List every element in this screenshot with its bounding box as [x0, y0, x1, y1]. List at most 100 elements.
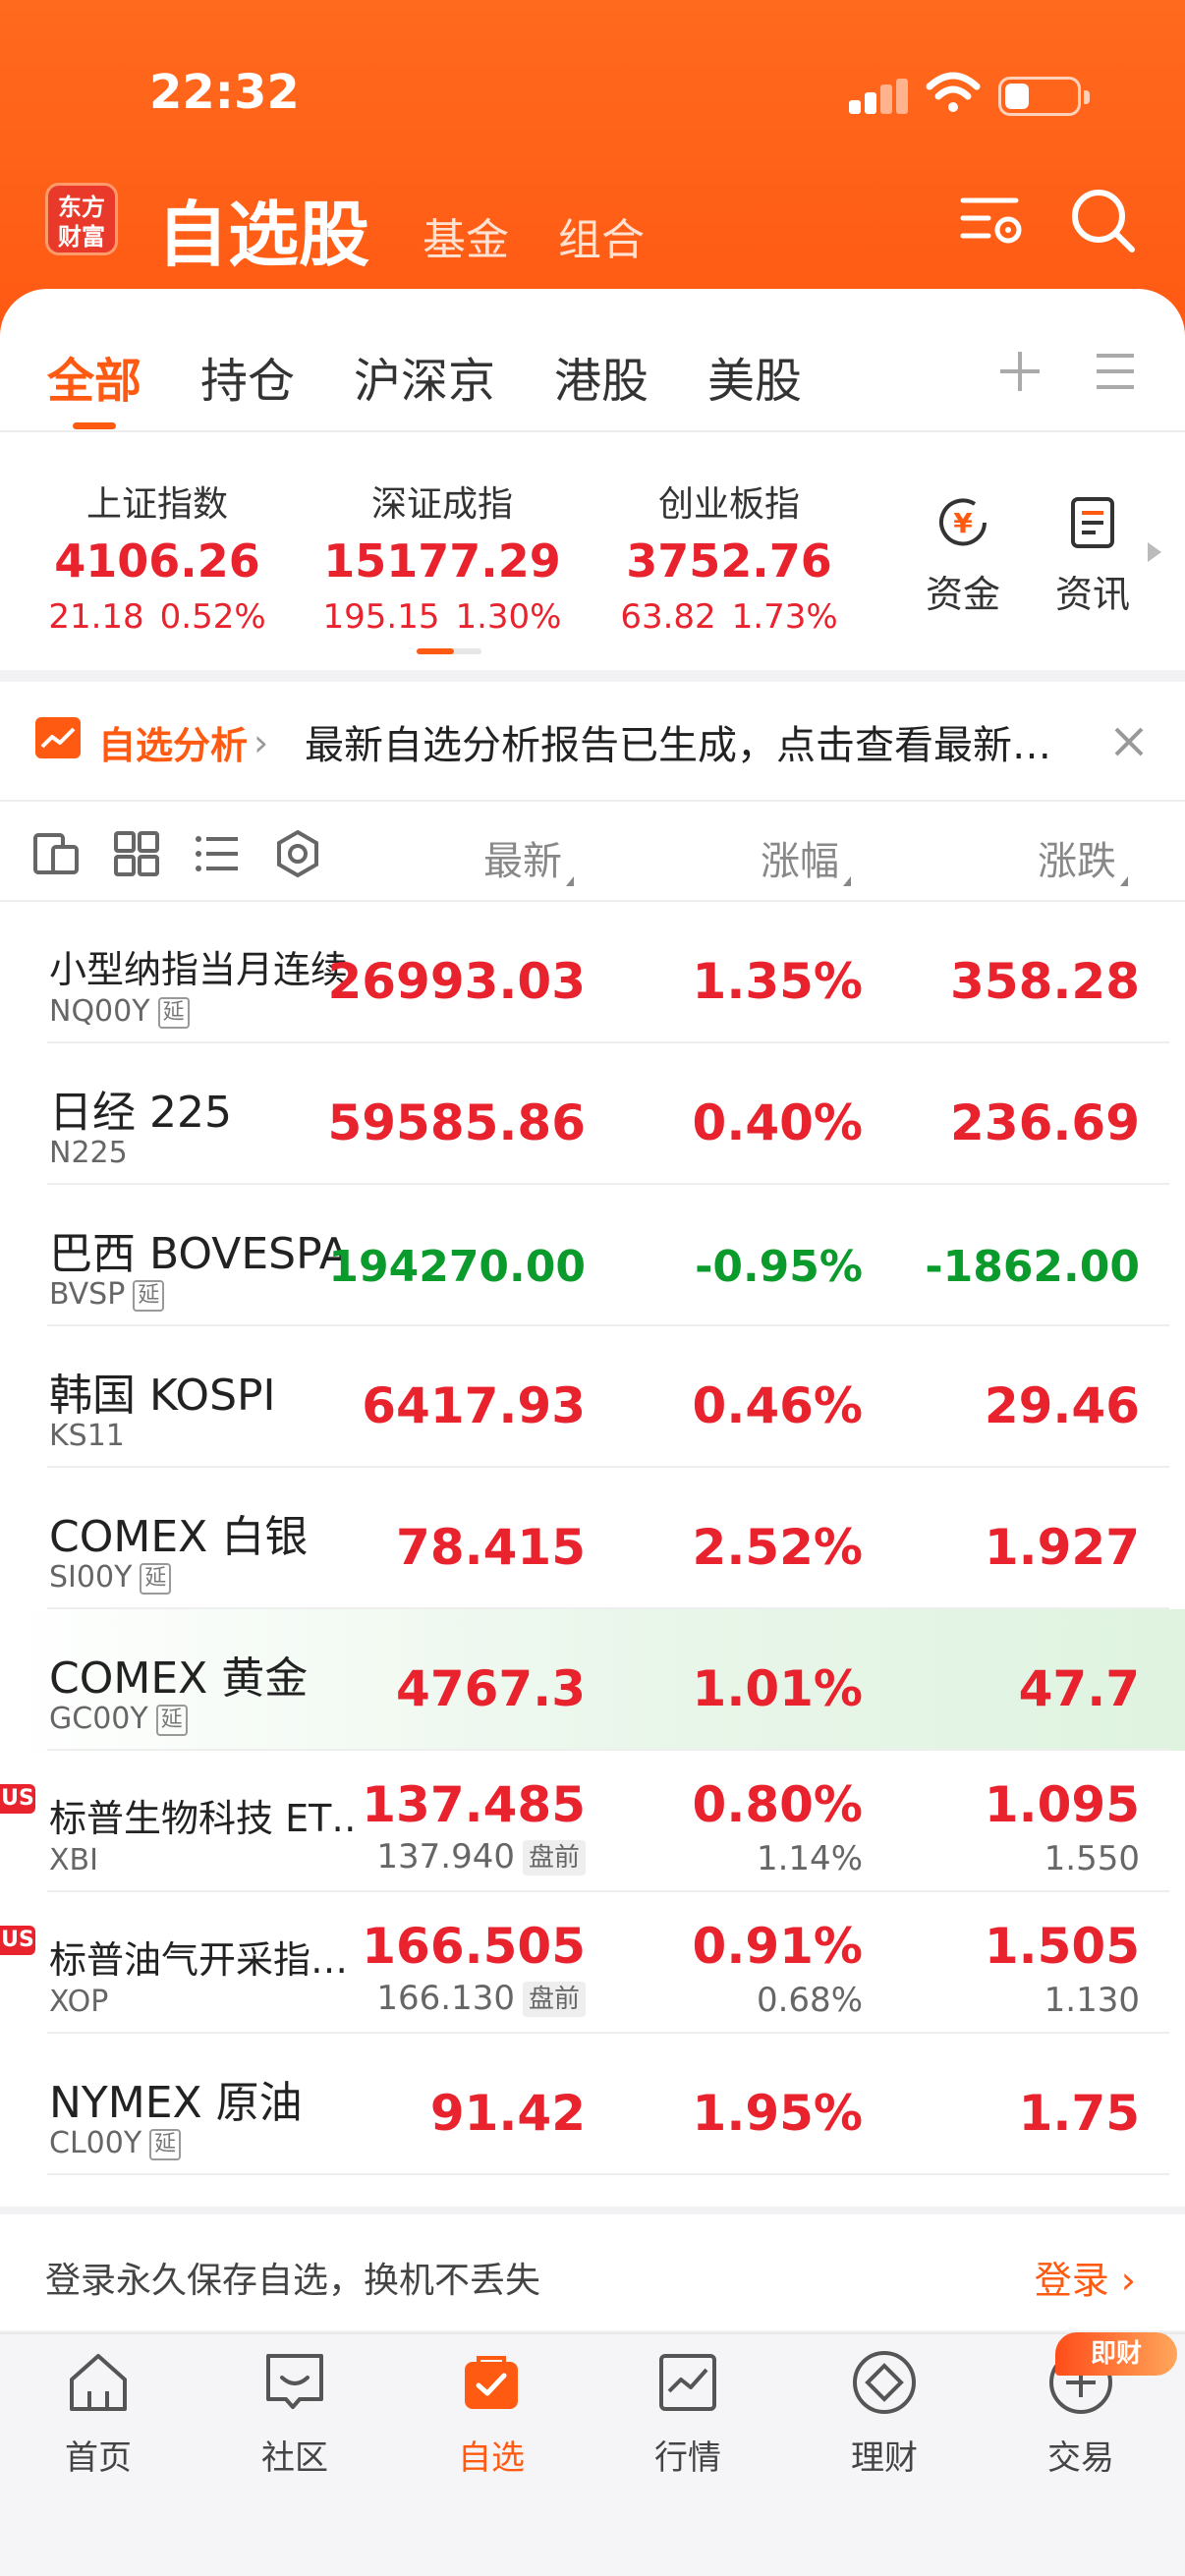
row-code: GC00Y 延 [49, 1702, 188, 1736]
nav-community[interactable]: 社区 [197, 2348, 393, 2479]
us-market-badge: US [0, 1784, 35, 1814]
nav-wealth[interactable]: 理财 [786, 2348, 983, 2479]
tab-a-shares[interactable]: 沪深京 [354, 342, 495, 411]
nav-market[interactable]: 行情 [590, 2348, 786, 2479]
row-pct: 0.46% [692, 1377, 863, 1434]
row-code: CL00Y 延 [49, 2126, 182, 2160]
row-name: 巴西 BOVESPA [49, 1229, 349, 1279]
subtab-fund[interactable]: 基金 [423, 204, 509, 267]
page-title: 自选股 [157, 194, 370, 276]
row-last: 26993.03 [327, 953, 586, 1010]
chart-report-icon [35, 717, 81, 758]
sort-icon [843, 876, 851, 886]
row-pct: 0.91% [692, 1918, 863, 1975]
index-card-shanghai[interactable]: 上证指数 4106.26 21.18 0.52% [29, 476, 285, 637]
subtab-portfolio[interactable]: 组合 [558, 204, 645, 267]
row-change: -1862.00 [925, 1242, 1140, 1292]
news-icon [1071, 497, 1114, 548]
row-name: 日经 225 [49, 1088, 232, 1138]
row-name: 标普油气开采指… [49, 1938, 349, 1982]
add-icon[interactable] [996, 348, 1044, 395]
list-settings-icon[interactable] [959, 187, 1028, 255]
row-change: 1.927 [984, 1519, 1140, 1576]
table-row[interactable]: US 标普油气开采指… XOP 166.505 0.91% 1.505 166.… [0, 1892, 1185, 2034]
row-code: NQ00Y 延 [49, 994, 190, 1029]
close-icon[interactable] [1110, 723, 1148, 760]
premarket-last: 166.130 盘前 [376, 1979, 586, 2018]
delay-badge: 延 [155, 1705, 188, 1736]
capital-flow-button[interactable]: ¥ 资金 [914, 495, 1012, 618]
table-row[interactable]: COMEX 白银 SI00Y 延 78.415 2.52% 1.927 [0, 1468, 1185, 1609]
col-header-change[interactable]: 涨跌 [1038, 829, 1128, 886]
settings-icon[interactable] [273, 829, 322, 878]
tab-hk-stocks[interactable]: 港股 [554, 342, 649, 411]
table-row[interactable]: 日经 225 N225 59585.86 0.40% 236.69 [0, 1043, 1185, 1185]
row-name: 小型纳指当月连续 [49, 948, 349, 991]
row-pct: -0.95% [695, 1242, 863, 1292]
tab-us-stocks[interactable]: 美股 [707, 342, 802, 411]
row-change: 47.7 [1018, 1660, 1140, 1717]
layout-switch-icon[interactable] [31, 829, 81, 878]
row-change: 236.69 [950, 1094, 1140, 1151]
nav-watchlist[interactable]: 自选 [393, 2348, 590, 2479]
app-logo: 东方 财富 [45, 183, 118, 255]
wifi-icon [926, 72, 981, 112]
yuan-circle-icon: ¥ [939, 498, 987, 546]
search-icon[interactable] [1069, 187, 1138, 255]
battery-icon [998, 77, 1090, 116]
scroll-right-icon[interactable] [1148, 542, 1161, 562]
watchlist: 小型纳指当月连续 NQ00Y 延 26993.03 1.35% 358.28 日经… [0, 902, 1185, 2207]
premarket-pct: 1.14% [756, 1839, 863, 1878]
list-view-icon[interactable] [193, 829, 242, 878]
premarket-badge: 盘前 [522, 1840, 586, 1876]
signal-icon [849, 79, 908, 114]
index-card-chinext[interactable]: 创业板指 3752.76 63.82 1.73% [601, 476, 857, 637]
sort-icon [566, 876, 574, 886]
tab-all[interactable]: 全部 [47, 342, 141, 411]
table-row[interactable]: US 标普生物科技 ET… XBI 137.485 0.80% 1.095 13… [0, 1751, 1185, 1892]
banner-message: 最新自选分析报告已生成，点击查看最新… [305, 723, 1051, 768]
row-code: BVSP 延 [49, 1277, 165, 1312]
menu-icon[interactable] [1095, 352, 1136, 391]
row-name: 韩国 KOSPI [49, 1371, 276, 1421]
index-card-shenzhen[interactable]: 深证成指 15177.29 195.15 1.30% [314, 476, 570, 637]
row-last: 194270.00 [328, 1242, 586, 1292]
row-pct: 1.35% [692, 953, 863, 1010]
row-change: 1.095 [984, 1776, 1140, 1833]
row-pct: 1.01% [692, 1660, 863, 1717]
table-row[interactable]: 巴西 BOVESPA BVSP 延 194270.00 -0.95% -1862.… [0, 1185, 1185, 1326]
analysis-banner[interactable]: 自选分析 › 最新自选分析报告已生成，点击查看最新… [0, 682, 1185, 800]
nav-home[interactable]: 首页 [0, 2348, 197, 2479]
grid-view-icon[interactable] [112, 829, 161, 878]
row-last: 137.485 [362, 1776, 586, 1833]
row-code: N225 [49, 1136, 128, 1170]
row-code: KS11 [49, 1419, 125, 1453]
row-last: 91.42 [429, 2085, 586, 2142]
sort-icon [1120, 876, 1128, 886]
bottom-nav: 首页 社区 自选 行情 理财 交易 [0, 2332, 1185, 2576]
row-code: XBI [49, 1843, 98, 1877]
delay-badge: 延 [149, 2129, 182, 2160]
login-link[interactable]: 登录 › [1035, 2250, 1136, 2304]
table-row[interactable]: 韩国 KOSPI KS11 6417.93 0.46% 29.46 [0, 1326, 1185, 1468]
col-header-last[interactable]: 最新 [483, 829, 574, 886]
table-row[interactable]: NYMEX 原油 CL00Y 延 91.42 1.95% 1.75 [0, 2034, 1185, 2175]
row-pct: 0.40% [692, 1094, 863, 1151]
table-row[interactable]: COMEX 黄金 GC00Y 延 4767.3 1.01% 47.7 [0, 1609, 1185, 1751]
news-button[interactable]: 资讯 [1044, 495, 1142, 618]
col-header-pct[interactable]: 涨幅 [761, 829, 851, 886]
row-pct: 2.52% [692, 1519, 863, 1576]
banner-tag: 自选分析 [98, 724, 249, 767]
premarket-badge: 盘前 [522, 1982, 586, 2017]
table-row[interactable]: 小型纳指当月连续 NQ00Y 延 26993.03 1.35% 358.28 [0, 902, 1185, 1043]
chevron-right-icon: › [254, 721, 269, 764]
row-last: 4767.3 [396, 1660, 586, 1717]
promo-badge[interactable]: 即财 [1055, 2332, 1177, 2376]
row-name: NYMEX 原油 [49, 2078, 303, 2128]
login-prompt-text: 登录永久保存自选，换机不丢失 [45, 2261, 541, 2301]
chat-icon [266, 2354, 323, 2409]
trend-chart-icon [659, 2354, 716, 2411]
chevron-right-icon: › [1120, 2259, 1136, 2302]
tab-holdings[interactable]: 持仓 [200, 342, 295, 411]
row-pct: 1.95% [692, 2085, 863, 2142]
